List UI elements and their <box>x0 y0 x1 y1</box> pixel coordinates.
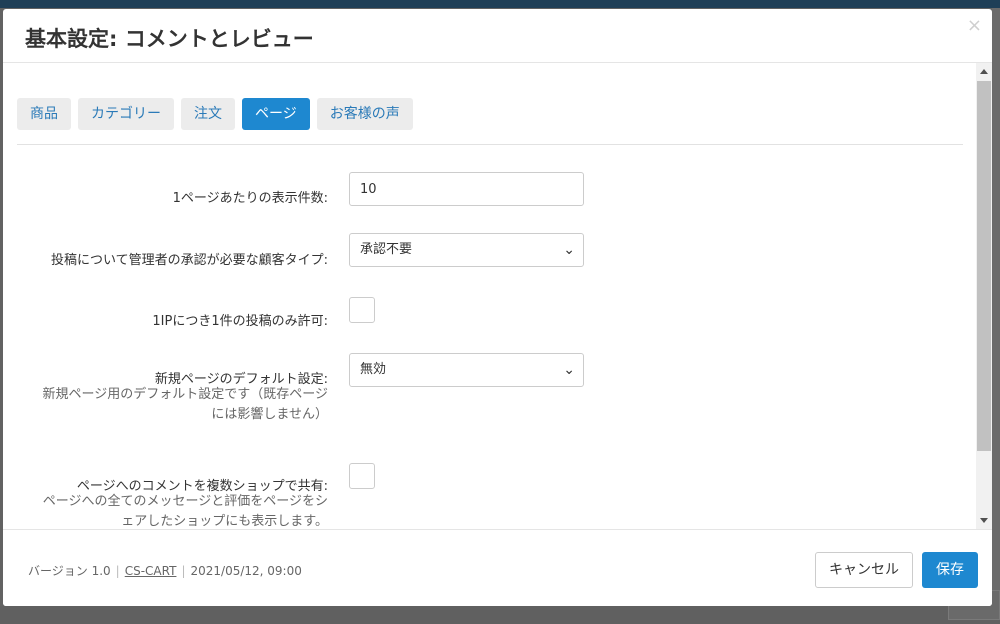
tab-products[interactable]: 商品 <box>17 98 71 130</box>
new-page-default-select[interactable]: 無効 ⌄ <box>349 353 584 387</box>
tab-bar: 商品 カテゴリー 注文 ページ お客様の声 <box>17 98 413 130</box>
vendor-link[interactable]: CS-CART <box>125 564 177 578</box>
background-right-panel <box>992 8 1000 624</box>
approval-select[interactable]: 承認不要 ⌄ <box>349 233 584 267</box>
new-page-default-description-line1: 新規ページ用のデフォルト設定です（既存ページ <box>42 387 328 402</box>
share-comments-description-line1: ページへの全てのメッセージと評価をページをシ <box>42 494 328 509</box>
modal-header: 基本設定: コメントとレビュー × <box>3 9 992 63</box>
share-comments-description-line2: ェアしたショップにも表示します。 <box>121 514 328 529</box>
approval-label: 投稿について管理者の承認が必要な顧客タイプ: <box>51 253 328 268</box>
tab-testimonials[interactable]: お客様の声 <box>316 98 413 130</box>
modal-scrollbar[interactable] <box>976 63 992 529</box>
cancel-button[interactable]: キャンセル <box>815 552 913 588</box>
new-page-default-description-line2: には影響しません） <box>211 407 328 422</box>
approval-select-value: 承認不要 <box>360 242 413 257</box>
per-page-label: 1ページあたりの表示件数: <box>172 191 328 206</box>
date-text: 2021/05/12, 09:00 <box>190 564 302 578</box>
tab-orders[interactable]: 注文 <box>181 98 235 130</box>
modal-footer: バージョン 1.0 | CS-CART | 2021/05/12, 09:00 キャンセ… <box>3 529 992 606</box>
new-page-default-description: 新規ページ用のデフォルト設定です（既存ページ には影響しません） <box>8 385 328 425</box>
footer-separator: | <box>115 564 120 578</box>
save-button[interactable]: 保存 <box>922 552 978 588</box>
chevron-down-icon: ⌄ <box>563 242 575 258</box>
footer-meta: バージョン 1.0 | CS-CART | 2021/05/12, 09:00 <box>28 562 302 579</box>
modal-body: 商品 カテゴリー 注文 ページ お客様の声 1ページあたりの表示件数: 投稿につ… <box>3 63 976 529</box>
background-header <box>0 0 1000 8</box>
share-comments-checkbox[interactable] <box>349 463 375 489</box>
version-text: バージョン 1.0 <box>28 564 111 578</box>
scroll-up-arrow-icon[interactable] <box>980 69 988 74</box>
close-icon[interactable]: × <box>967 15 982 36</box>
share-comments-description: ページへの全てのメッセージと評価をページをシ ェアしたショップにも表示します。 <box>8 492 328 529</box>
footer-separator: | <box>181 564 186 578</box>
modal-title: 基本設定: コメントとレビュー <box>25 27 314 51</box>
scroll-thumb[interactable] <box>977 81 991 451</box>
one-per-ip-label: 1IPにつき1件の投稿のみ許可: <box>152 314 328 329</box>
background-bottom-strip <box>0 606 1000 624</box>
one-per-ip-checkbox[interactable] <box>349 297 375 323</box>
scroll-down-arrow-icon[interactable] <box>980 518 988 523</box>
tabs-divider <box>17 144 963 145</box>
per-page-input[interactable] <box>349 172 584 206</box>
new-page-default-select-value: 無効 <box>360 362 387 377</box>
tab-categories[interactable]: カテゴリー <box>78 98 174 130</box>
settings-modal: 基本設定: コメントとレビュー × 商品 カテゴリー 注文 ページ お客様の声 … <box>3 9 992 606</box>
tab-pages[interactable]: ページ <box>242 98 310 130</box>
chevron-down-icon: ⌄ <box>563 362 575 378</box>
